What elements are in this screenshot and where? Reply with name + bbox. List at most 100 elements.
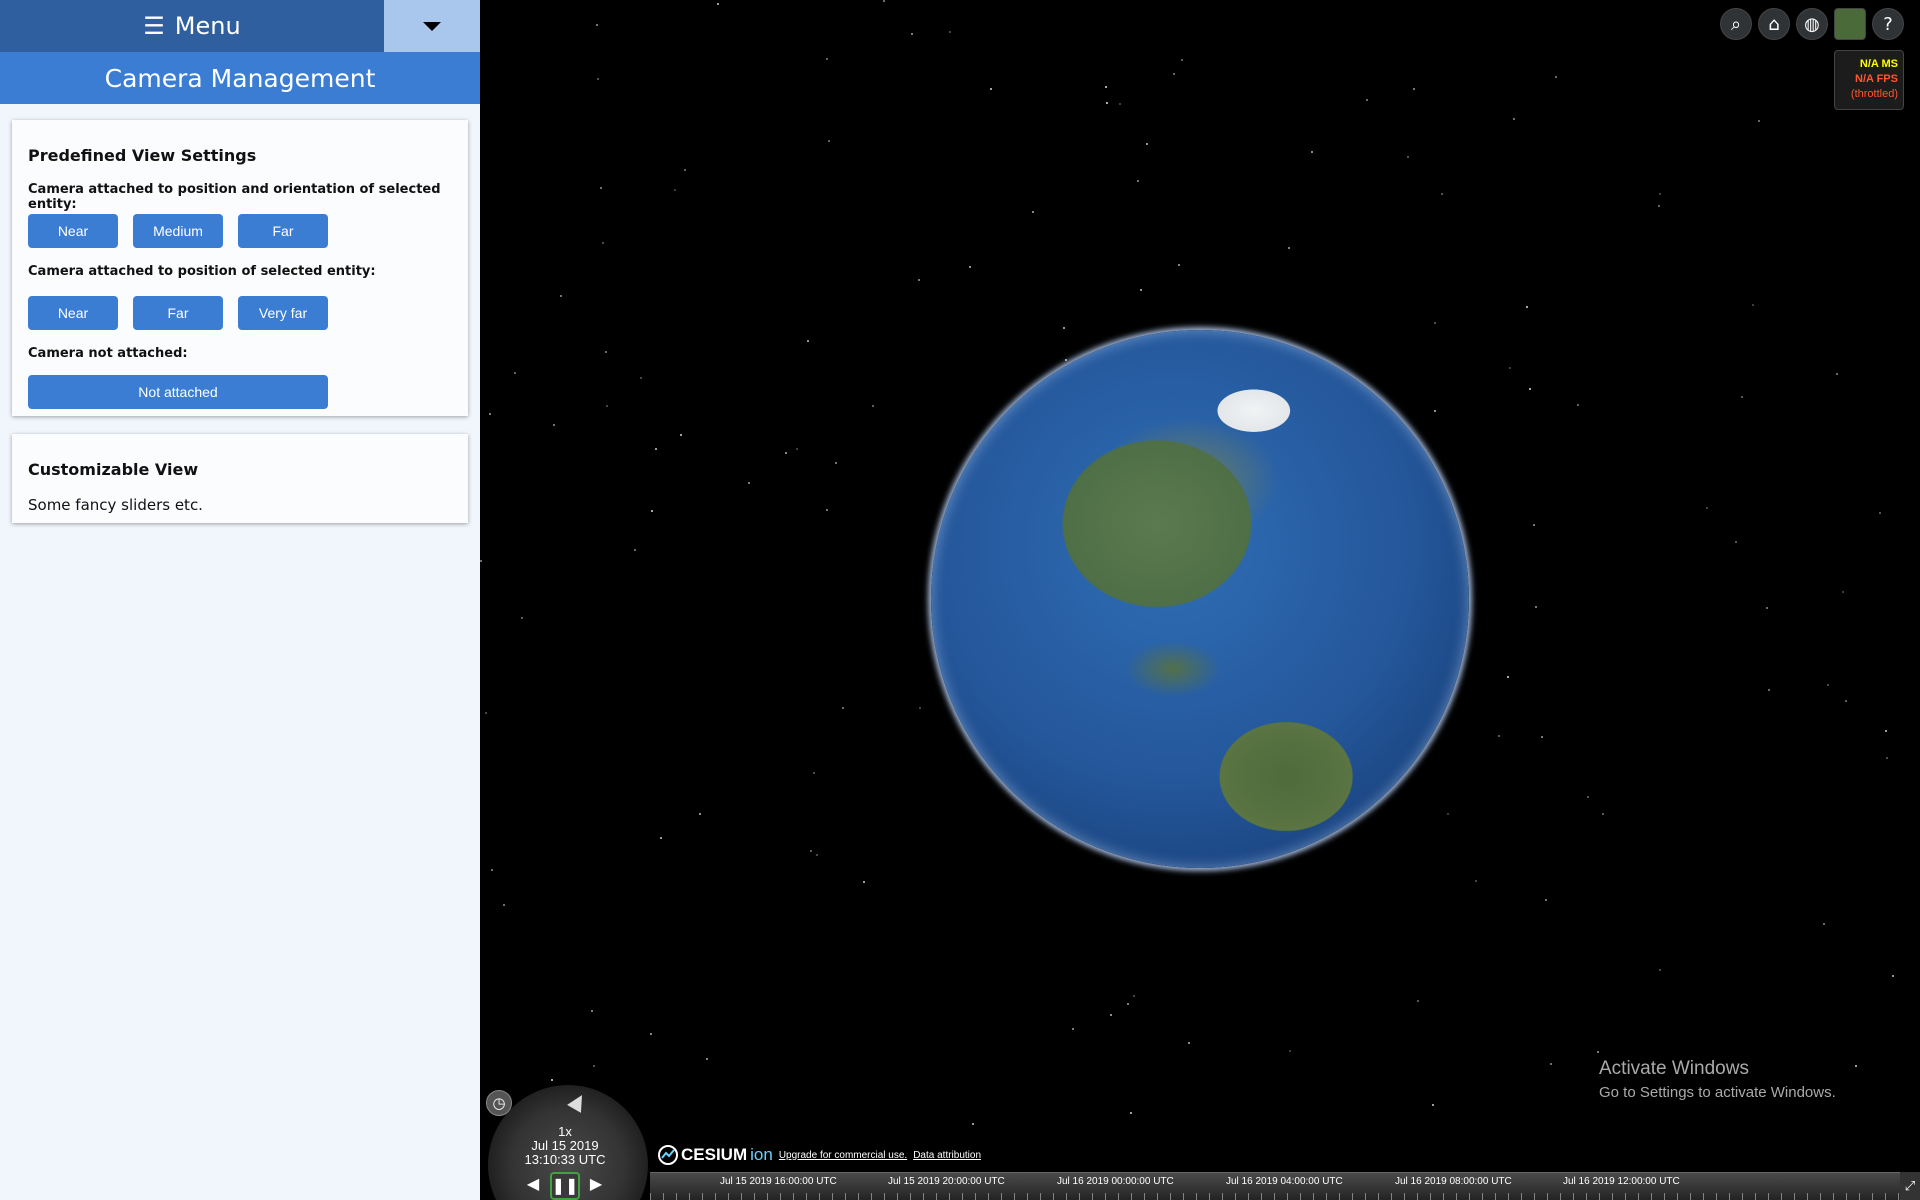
star (911, 33, 913, 35)
star (826, 58, 828, 60)
position-far-button[interactable]: Far (133, 296, 223, 330)
fullscreen-icon[interactable]: ⤢ (1900, 1172, 1920, 1200)
star (748, 482, 750, 484)
viewer-toolbar: ⌕ ⌂ ◍ ? (1720, 8, 1904, 40)
cesium-logo-text: CESIUM (681, 1145, 748, 1164)
animation-readout: 1x Jul 15 2019 13:10:33 UTC (480, 1125, 650, 1167)
star (813, 772, 815, 774)
star (1432, 1104, 1434, 1106)
star (990, 88, 992, 90)
star (602, 242, 604, 244)
star (1735, 541, 1737, 543)
star (605, 351, 607, 353)
timeline-label: Jul 16 2019 08:00:00 UTC (1395, 1176, 1512, 1187)
time-readout: 13:10:33 UTC (524, 1152, 606, 1167)
star (651, 510, 653, 512)
star (1072, 1028, 1074, 1030)
star (1441, 193, 1443, 195)
timeline[interactable]: Jul 15 2019 16:00:00 UTC Jul 15 2019 20:0… (650, 1172, 1900, 1200)
upgrade-link[interactable]: Upgrade for commercial use. (779, 1150, 907, 1161)
star (1758, 120, 1760, 122)
star (1110, 1014, 1112, 1016)
star (1766, 607, 1768, 609)
predefined-view-title: Predefined View Settings (28, 146, 257, 165)
earth-globe[interactable] (931, 330, 1469, 868)
date-readout: Jul 15 2019 (531, 1138, 599, 1153)
home-icon[interactable]: ⌂ (1758, 8, 1790, 40)
star (1845, 700, 1847, 702)
star (1706, 507, 1708, 509)
star (655, 448, 657, 450)
star (1752, 304, 1754, 306)
star (684, 169, 686, 171)
imagery-layer-icon[interactable] (1834, 8, 1866, 40)
star (919, 707, 921, 709)
star (1289, 1050, 1291, 1052)
star (807, 340, 809, 342)
cesium-ion-logo[interactable]: CESIUM ion (658, 1145, 773, 1165)
star (1513, 118, 1515, 120)
fps-readout: N/A FPS (1855, 73, 1898, 85)
timeline-ticks (650, 1193, 1900, 1200)
customizable-view-description: Some fancy sliders etc. (28, 496, 203, 514)
predefined-view-card: Predefined View Settings Camera attached… (12, 120, 468, 416)
star (1659, 969, 1661, 971)
not-attached-button[interactable]: Not attached (28, 375, 328, 409)
dropdown-toggle-button[interactable] (384, 0, 480, 52)
star (1529, 388, 1531, 390)
star (1597, 1051, 1599, 1053)
star (972, 1123, 974, 1125)
star (1137, 180, 1139, 182)
star (650, 1033, 652, 1035)
help-icon[interactable]: ? (1872, 8, 1904, 40)
star (883, 0, 885, 2)
orientation-medium-button[interactable]: Medium (133, 214, 223, 248)
star (1855, 1065, 1857, 1067)
pause-icon[interactable]: ❚❚ (550, 1172, 580, 1200)
star (1587, 796, 1589, 798)
orientation-near-button[interactable]: Near (28, 214, 118, 248)
orientation-far-button[interactable]: Far (238, 214, 328, 248)
star (1507, 676, 1509, 678)
position-very-far-button[interactable]: Very far (238, 296, 328, 330)
star (551, 1079, 553, 1081)
speed-readout: 1x (558, 1124, 572, 1139)
star (1577, 404, 1579, 406)
star (1032, 211, 1034, 213)
play-forward-icon[interactable]: ▶ (583, 1172, 609, 1196)
globe-icon[interactable]: ◍ (1796, 8, 1828, 40)
star (949, 31, 951, 33)
star (1447, 813, 1449, 815)
clock-icon[interactable]: ◷ (486, 1090, 512, 1116)
star (600, 187, 602, 189)
data-attribution-link[interactable]: Data attribution (913, 1150, 981, 1161)
star (826, 509, 828, 511)
star (1173, 73, 1175, 75)
position-near-button[interactable]: Near (28, 296, 118, 330)
globe-viewport[interactable]: ⌕ ⌂ ◍ ? N/A MS N/A FPS (throttled) Activ… (480, 0, 1920, 1200)
search-icon[interactable]: ⌕ (1720, 8, 1752, 40)
star (480, 560, 482, 562)
star (1146, 143, 1148, 145)
star (1119, 103, 1121, 105)
menu-button[interactable]: ☰ Menu (0, 0, 384, 52)
star (1823, 923, 1825, 925)
star (1288, 247, 1290, 249)
play-reverse-icon[interactable]: ◀ (520, 1172, 546, 1196)
star (1130, 1112, 1132, 1114)
star (1545, 899, 1547, 901)
ms-readout: N/A MS (1859, 58, 1898, 70)
star (1434, 322, 1436, 324)
star (606, 405, 608, 407)
group3-label: Camera not attached: (28, 346, 188, 361)
star (835, 462, 837, 464)
sidebar-panel: ☰ Menu Camera Management Predefined View… (0, 0, 480, 1200)
star (816, 854, 818, 856)
star (1063, 327, 1065, 329)
star (640, 377, 642, 379)
star (491, 869, 493, 871)
star (810, 850, 812, 852)
star (1535, 606, 1537, 608)
star (1659, 193, 1661, 195)
star (1768, 689, 1770, 691)
